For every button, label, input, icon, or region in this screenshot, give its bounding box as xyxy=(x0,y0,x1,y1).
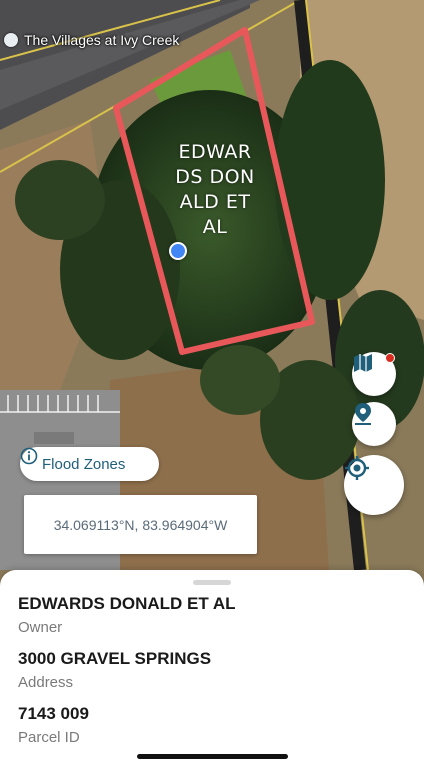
satellite-map[interactable]: The Villages at Ivy Creek EDWAR DS DON A… xyxy=(0,0,424,590)
sheet-grabber[interactable] xyxy=(193,580,231,585)
my-location-button[interactable] xyxy=(344,455,404,515)
place-label-text: The Villages at Ivy Creek xyxy=(24,32,180,48)
location-pin-icon xyxy=(355,403,371,425)
my-location-icon xyxy=(345,456,369,480)
place-label: The Villages at Ivy Creek xyxy=(0,26,187,54)
coordinates-text: 34.069113°N, 83.964904°W xyxy=(53,516,228,533)
notification-dot xyxy=(385,353,395,363)
parcel-details-sheet[interactable]: EDWARDS DONALD ET AL Owner 3000 GRAVEL S… xyxy=(0,570,424,768)
flood-zones-label: Flood Zones xyxy=(42,455,126,473)
info-icon xyxy=(20,447,38,465)
home-indicator xyxy=(137,754,288,759)
map-layers-button[interactable] xyxy=(352,352,396,396)
user-location-dot xyxy=(169,242,187,260)
owner-value: EDWARDS DONALD ET AL xyxy=(18,594,236,613)
parcel-id-label: Parcel ID xyxy=(18,729,80,746)
flood-zones-chip[interactable]: Flood Zones xyxy=(20,447,159,481)
address-value: 3000 GRAVEL SPRINGS xyxy=(18,649,212,668)
parcel-id-value: 7143 009 xyxy=(18,704,89,723)
parcel-name-label: EDWAR DS DON ALD ET AL xyxy=(175,141,255,238)
map-layers-icon xyxy=(354,354,372,372)
owner-label: Owner xyxy=(18,619,63,636)
drop-pin-button[interactable] xyxy=(352,402,396,446)
place-marker-icon xyxy=(4,33,18,47)
address-label: Address xyxy=(18,674,74,691)
coordinates-card[interactable]: 34.069113°N, 83.964904°W xyxy=(24,495,257,554)
